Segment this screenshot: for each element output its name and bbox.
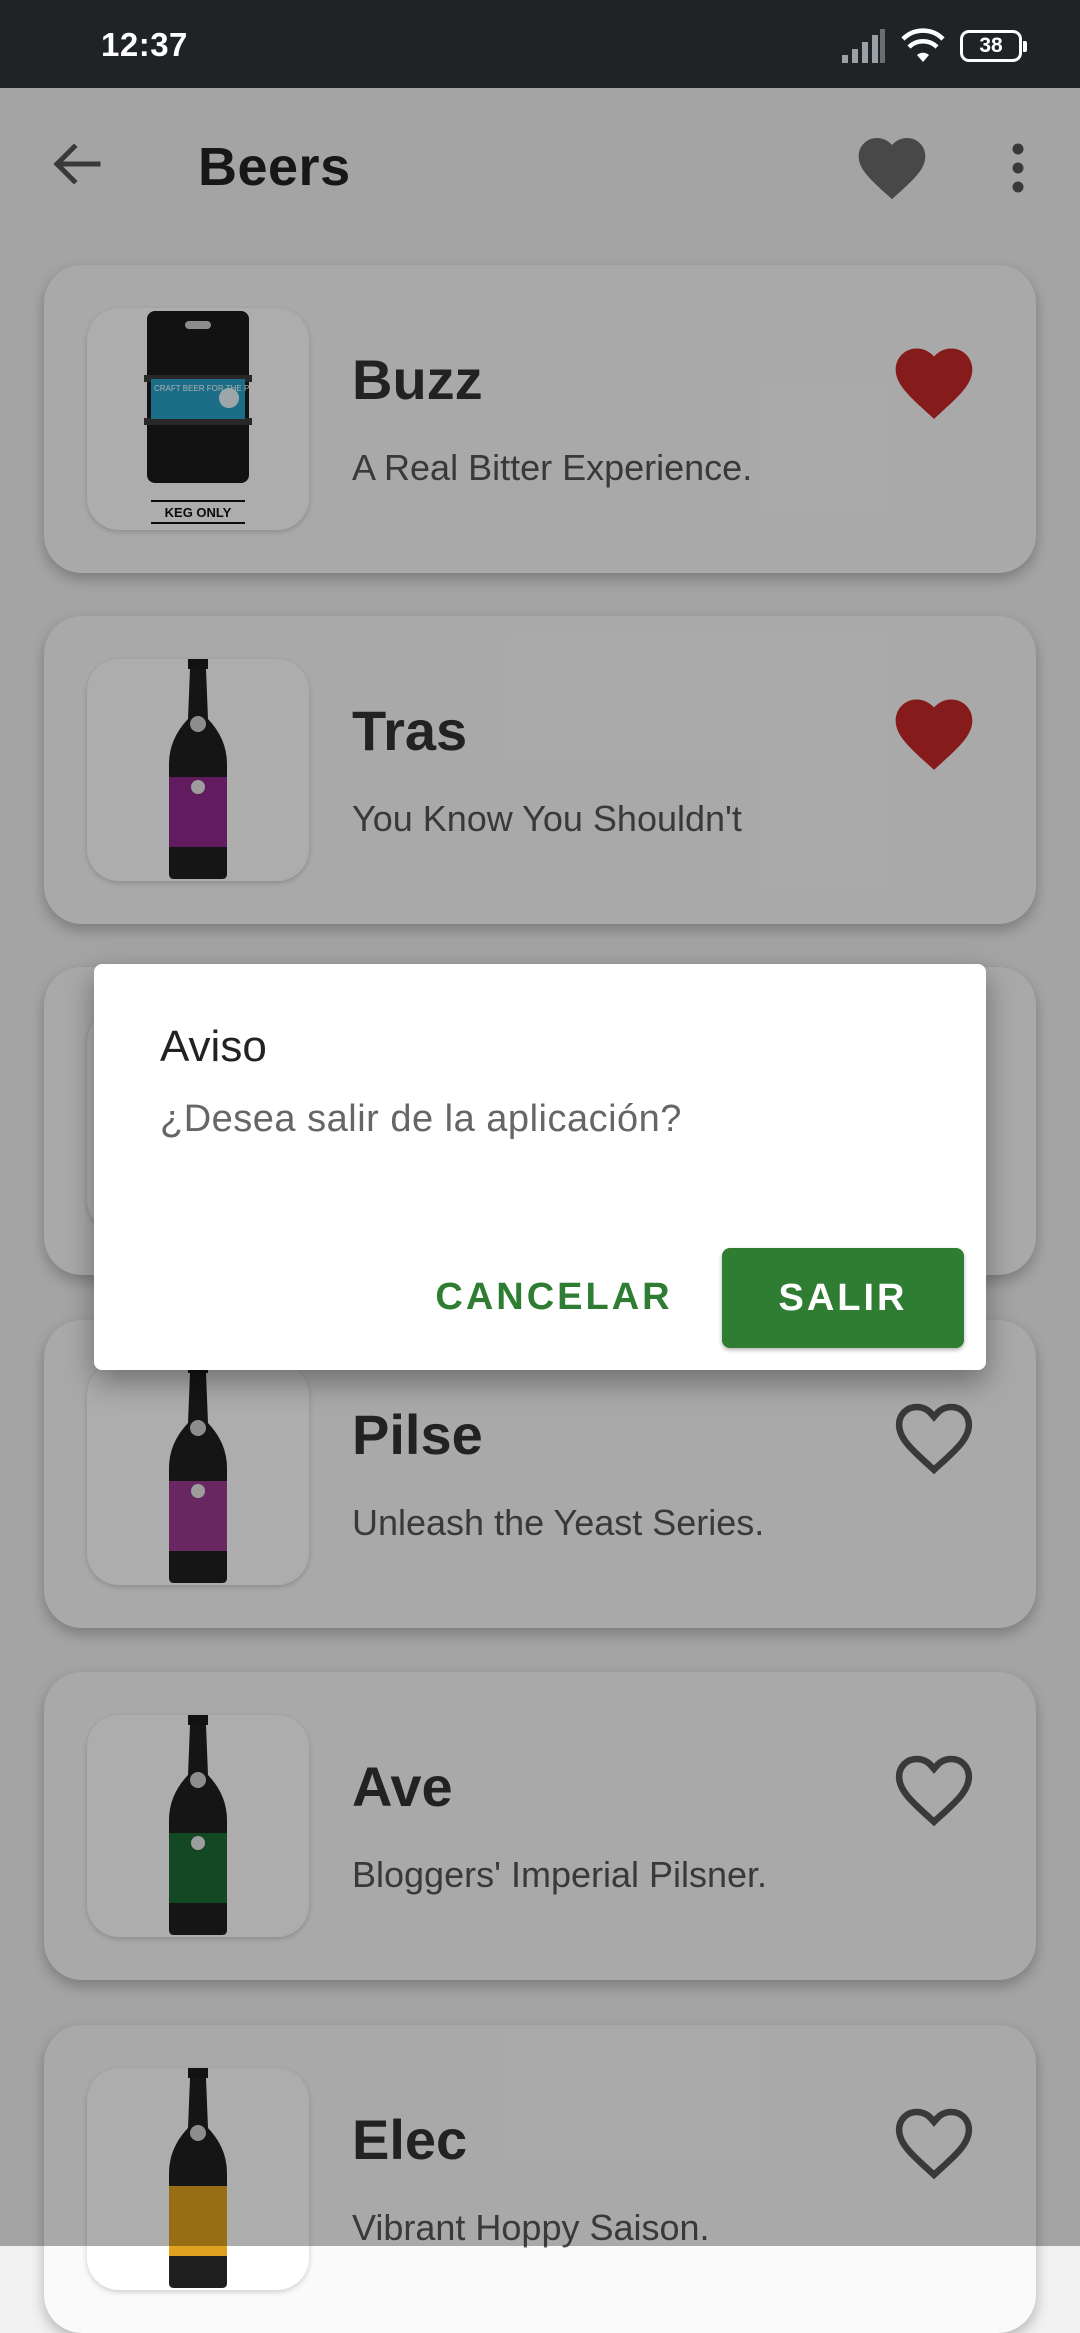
dialog-message: ¿Desea salir de la aplicación?	[160, 1098, 682, 1140]
status-icons: 38	[840, 26, 1027, 66]
signal-icon	[842, 29, 885, 63]
cancel-button[interactable]: CANCELAR	[434, 1248, 674, 1346]
dialog-title: Aviso	[160, 1022, 267, 1071]
battery-level: 38	[979, 34, 1003, 57]
battery-icon: 38	[960, 30, 1027, 62]
status-time: 12:37	[101, 26, 188, 63]
wifi-icon	[901, 28, 945, 62]
exit-dialog: Aviso ¿Desea salir de la aplicación? CAN…	[94, 964, 986, 1370]
status-bar: 12:37 38	[0, 0, 1080, 88]
exit-button[interactable]: SALIR	[722, 1248, 964, 1348]
